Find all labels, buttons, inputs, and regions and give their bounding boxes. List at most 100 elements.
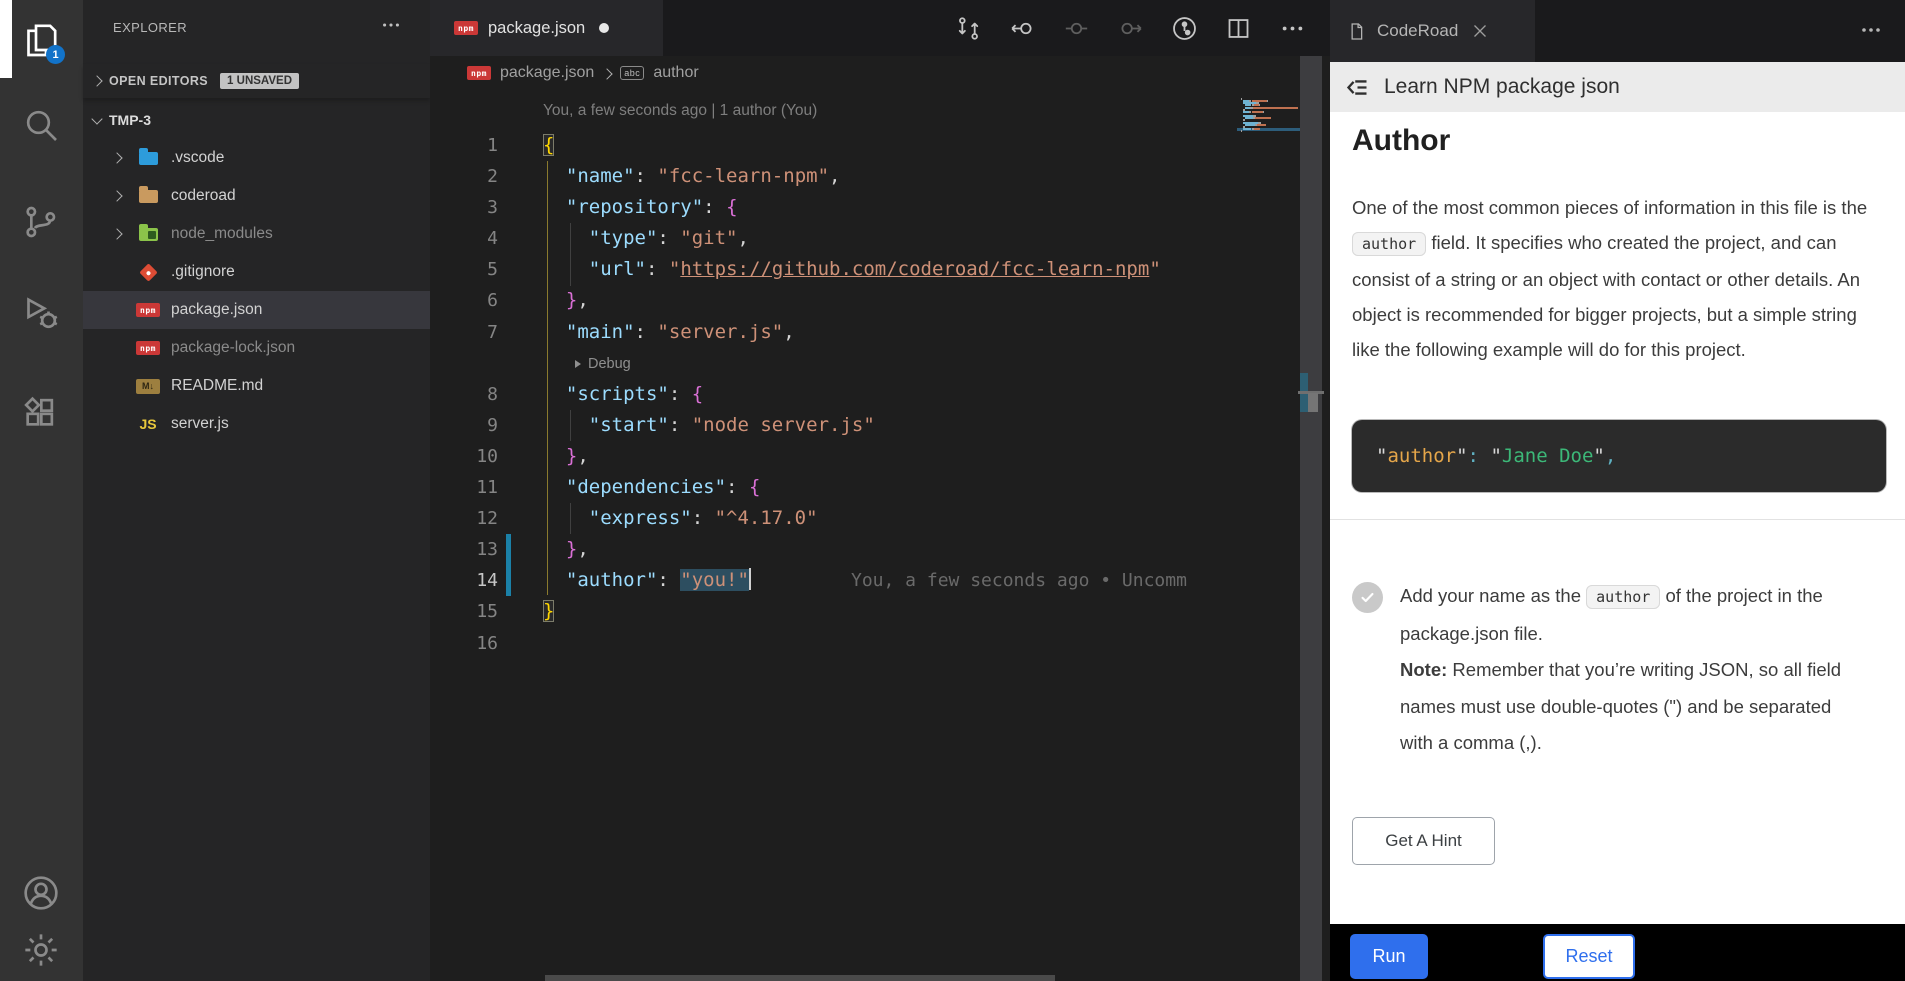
file-tree-item--vscode[interactable]: .vscode xyxy=(83,139,430,177)
line-number[interactable]: 16 xyxy=(430,628,498,659)
chevron-right-icon xyxy=(111,152,122,163)
tab-package-json[interactable]: package.json xyxy=(430,0,663,56)
minimap[interactable] xyxy=(1240,98,1300,142)
example-token: " xyxy=(1593,445,1604,467)
file-tree-item-package-json[interactable]: package.json xyxy=(83,291,430,329)
compare-changes-icon[interactable] xyxy=(955,15,982,42)
code-line-16[interactable]: 16 xyxy=(430,628,1240,659)
scrollbar-thumb[interactable] xyxy=(1308,393,1318,412)
file-name: .gitignore xyxy=(171,263,235,281)
line-number[interactable]: 2 xyxy=(430,161,498,192)
code-line-8[interactable]: 8 "scripts": { xyxy=(430,379,1240,410)
code-line-12[interactable]: 12 "express": "^4.17.0" xyxy=(430,503,1240,534)
chevron-right-icon xyxy=(111,190,122,201)
code-line-2[interactable]: 2 "name": "fcc-learn-npm", xyxy=(430,161,1240,192)
line-number[interactable]: 14 xyxy=(430,565,498,596)
code-line-10[interactable]: 10 }, xyxy=(430,441,1240,472)
line-number[interactable]: 3 xyxy=(430,192,498,223)
split-editor-icon[interactable] xyxy=(1225,15,1252,42)
file-tree-item-server-js[interactable]: server.js xyxy=(83,405,430,443)
symbol-string-icon: abc xyxy=(620,66,644,80)
example-token: " xyxy=(1456,445,1467,467)
file-tree-item--gitignore[interactable]: .gitignore xyxy=(83,253,430,291)
code-line-1[interactable]: 1{ xyxy=(430,130,1240,161)
run-button[interactable]: Run xyxy=(1350,934,1428,979)
horizontal-scrollbar[interactable] xyxy=(545,975,1055,981)
file-tree-item-node-modules[interactable]: node_modules xyxy=(83,215,430,253)
file-icon xyxy=(1347,22,1366,41)
file-tree-item-readme-md[interactable]: README.md xyxy=(83,367,430,405)
line-number[interactable]: 7 xyxy=(430,317,498,348)
line-number[interactable]: 4 xyxy=(430,223,498,254)
activity-badge: 1 xyxy=(46,45,65,64)
code-text: "author": "you!" xyxy=(543,565,751,596)
token: : xyxy=(635,321,658,343)
code-line-9[interactable]: 9 "start": "node server.js" xyxy=(430,410,1240,441)
explorer-more-actions-icon[interactable] xyxy=(380,14,402,36)
line-number[interactable]: 10 xyxy=(430,441,498,472)
source-control-icon[interactable] xyxy=(21,202,61,242)
code-line-7[interactable]: 7 "main": "server.js", xyxy=(430,317,1240,348)
timeline-branch-icon[interactable] xyxy=(1171,15,1198,42)
token: , xyxy=(829,165,840,187)
run-and-debug-icon[interactable] xyxy=(21,293,61,333)
line-number[interactable]: 15 xyxy=(430,596,498,627)
breadcrumb-symbol[interactable]: author xyxy=(653,64,698,82)
code-line-4[interactable]: 4 "type": "git", xyxy=(430,223,1240,254)
line-number[interactable]: 6 xyxy=(430,285,498,316)
reset-button[interactable]: Reset xyxy=(1543,934,1635,979)
code-editor[interactable]: 1{2 "name": "fcc-learn-npm",3 "repositor… xyxy=(430,130,1240,659)
token: : xyxy=(657,227,680,249)
code-text: }, xyxy=(543,285,589,316)
panel-tab-label: CodeRoad xyxy=(1377,21,1458,41)
indent-guide xyxy=(547,161,548,595)
settings-gear-icon[interactable] xyxy=(21,930,61,970)
token: "scripts" xyxy=(566,383,669,405)
more-actions-icon[interactable] xyxy=(1279,15,1306,42)
close-icon[interactable] xyxy=(1472,23,1488,39)
code-line-3[interactable]: 3 "repository": { xyxy=(430,192,1240,223)
token: "fcc-learn-npm" xyxy=(657,165,829,187)
open-editors-section-header[interactable]: OPEN EDITORS 1 UNSAVED xyxy=(83,64,430,98)
breadcrumb-file[interactable]: package.json xyxy=(500,64,594,82)
line-number[interactable]: 9 xyxy=(430,410,498,441)
line-number[interactable]: 13 xyxy=(430,534,498,565)
code-line-5[interactable]: 5 "url": "https://github.com/coderoad/fc… xyxy=(430,254,1240,285)
code-line-6[interactable]: 6 }, xyxy=(430,285,1240,316)
line-number[interactable]: 8 xyxy=(430,379,498,410)
token: { xyxy=(726,196,737,218)
code-line-11[interactable]: 11 "dependencies": { xyxy=(430,472,1240,503)
navigate-back-icon[interactable] xyxy=(1009,15,1036,42)
line-number[interactable]: 5 xyxy=(430,254,498,285)
vertical-scrollbar[interactable] xyxy=(1300,56,1322,981)
accounts-icon[interactable] xyxy=(21,873,61,913)
unsaved-dot-icon[interactable] xyxy=(599,23,609,33)
codelens-row[interactable]: Debug xyxy=(430,348,1240,379)
tab-coderoad[interactable]: CodeRoad xyxy=(1330,0,1535,62)
token: , xyxy=(577,445,588,467)
extensions-icon[interactable] xyxy=(21,393,61,433)
file-name: package.json xyxy=(171,301,262,319)
get-a-hint-button[interactable]: Get A Hint xyxy=(1352,817,1495,865)
line-number[interactable]: 12 xyxy=(430,503,498,534)
token: "main" xyxy=(566,321,635,343)
code-text: "start": "node server.js" xyxy=(543,410,875,441)
files-icon[interactable]: 1 xyxy=(21,20,61,60)
hide-menu-icon[interactable] xyxy=(1344,74,1371,101)
token: "name" xyxy=(566,165,635,187)
code-line-14[interactable]: 14 "author": "you!"You, a few seconds ag… xyxy=(430,565,1240,596)
workspace-root-folder[interactable]: TMP-3 xyxy=(83,104,430,136)
file-tree-item-package-lock-json[interactable]: package-lock.json xyxy=(83,329,430,367)
token: , xyxy=(577,538,588,560)
panel-more-actions-icon[interactable] xyxy=(1859,18,1883,42)
codelens-debug-link[interactable]: Debug xyxy=(575,352,631,376)
task-text: Add your name as the author of the proje… xyxy=(1400,578,1862,762)
line-number[interactable]: 11 xyxy=(430,472,498,503)
code-line-15[interactable]: 15} xyxy=(430,596,1240,627)
code-line-13[interactable]: 13 }, xyxy=(430,534,1240,565)
search-icon[interactable] xyxy=(21,105,61,145)
token: : xyxy=(657,569,680,591)
line-number[interactable]: 1 xyxy=(430,130,498,161)
coderoad-panel: CodeRoad Learn NPM package json Author O… xyxy=(1330,0,1905,981)
file-tree-item-coderoad[interactable]: coderoad xyxy=(83,177,430,215)
